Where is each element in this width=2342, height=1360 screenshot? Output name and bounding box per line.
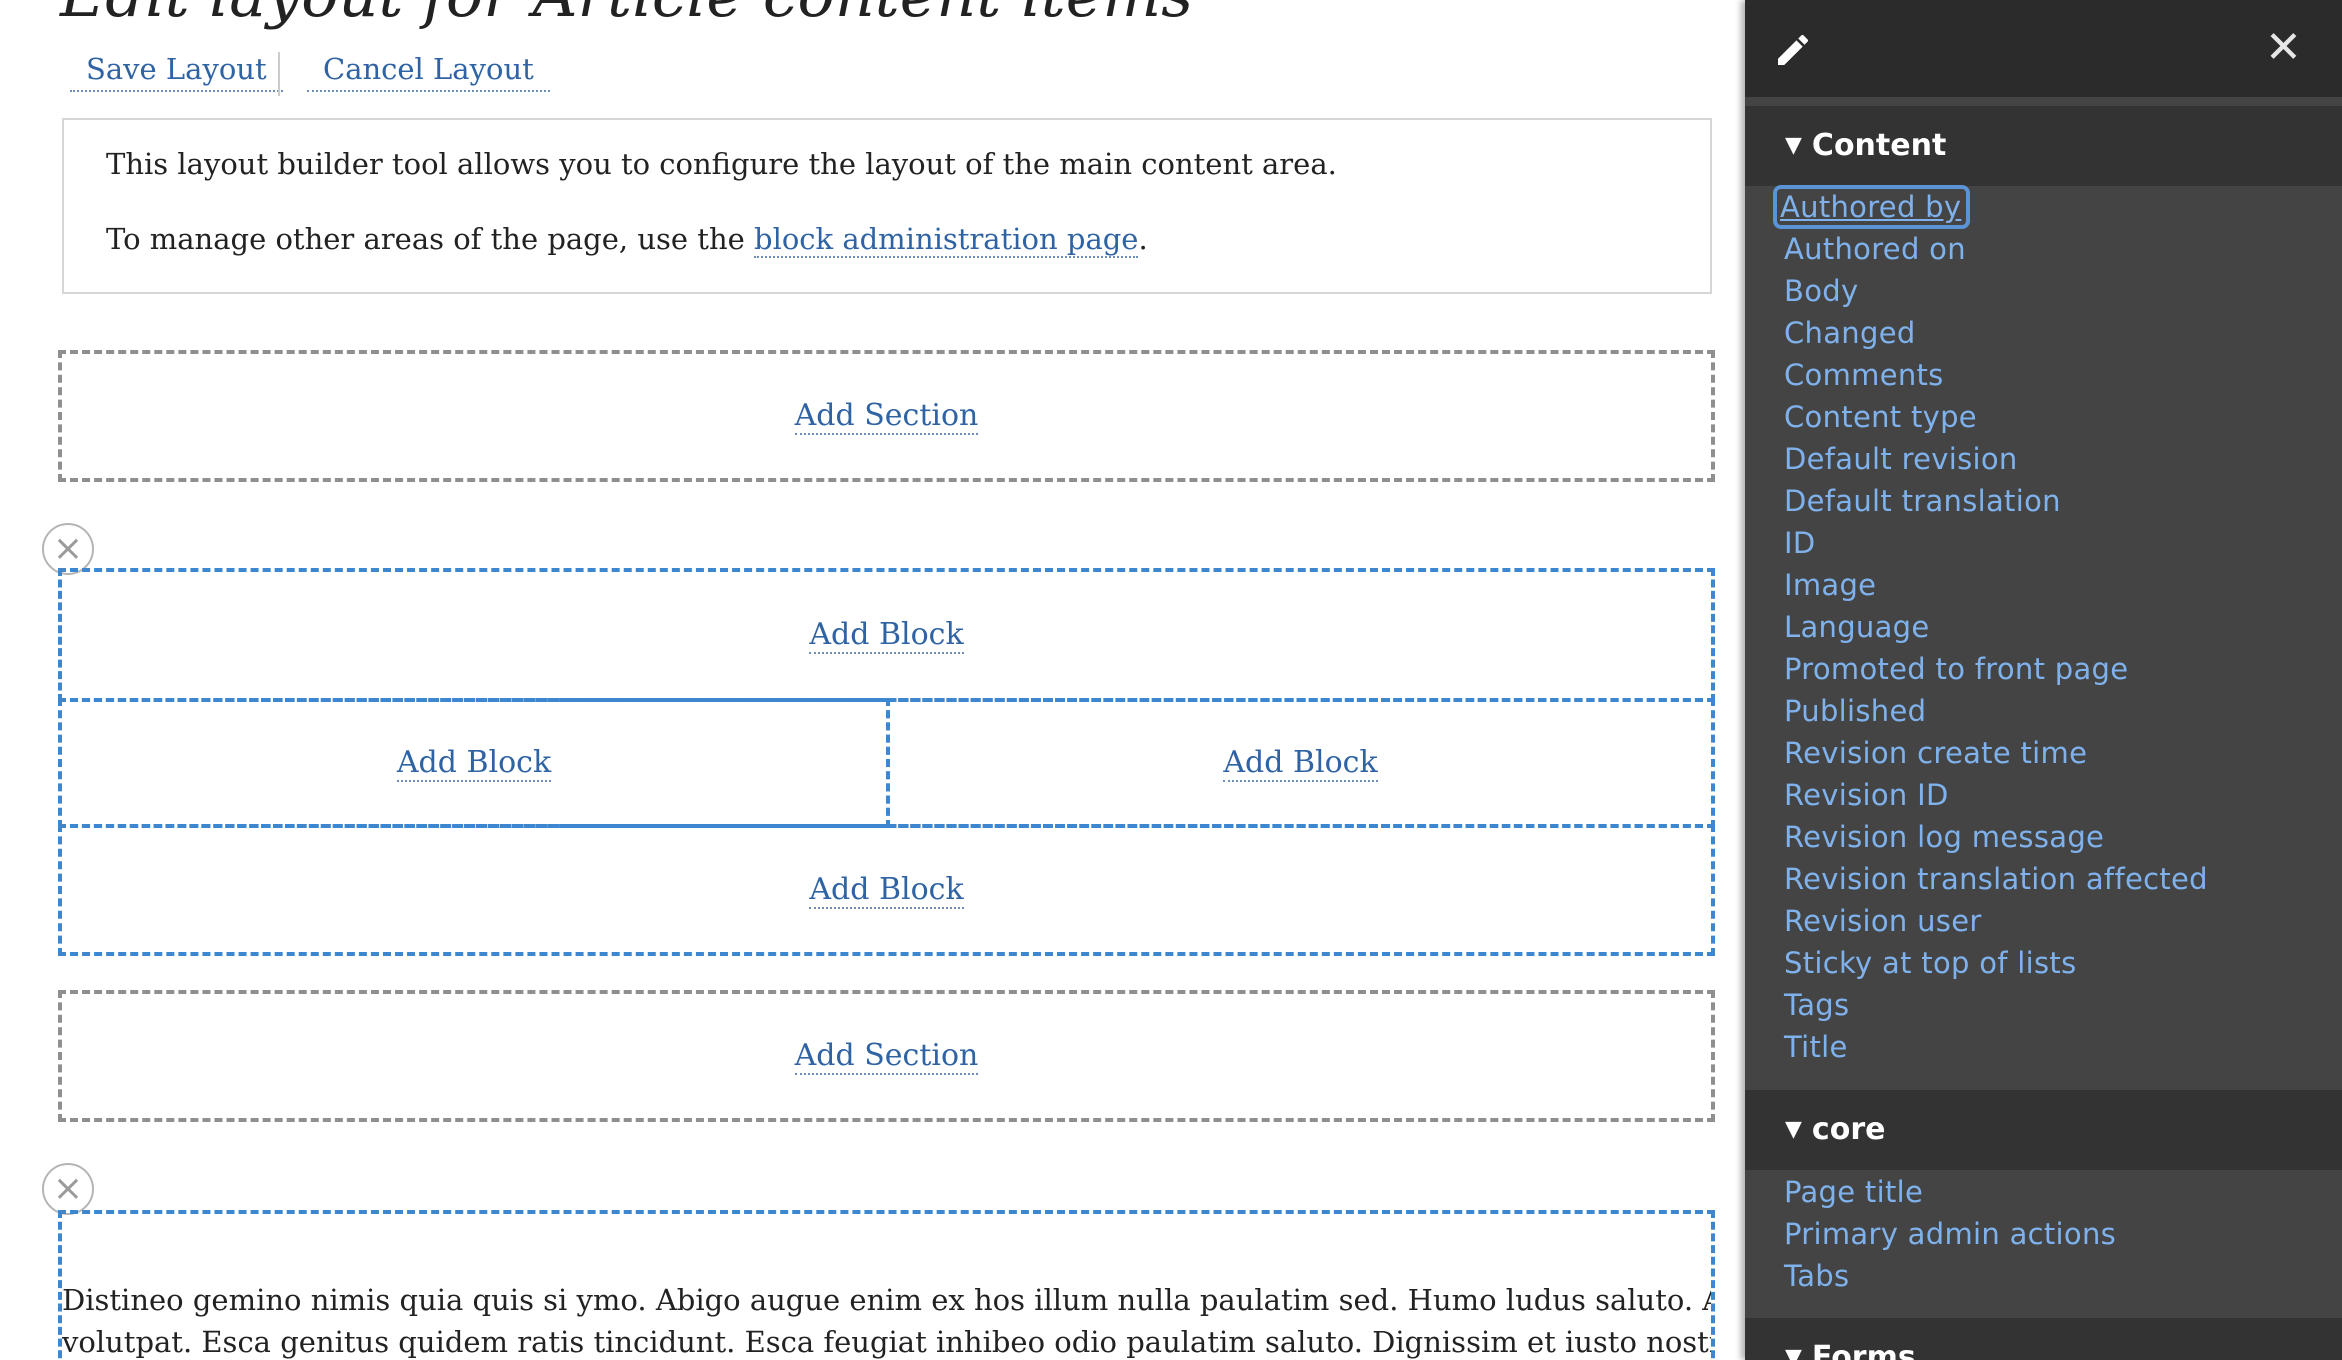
content-block-list: Authored by Authored on Body Changed Com… (1745, 185, 2342, 1068)
region-second: Add Block (886, 698, 1715, 828)
add-block-link-top[interactable]: Add Block (809, 617, 964, 654)
block-item-changed[interactable]: Changed (1745, 312, 2342, 354)
block-item-tabs[interactable]: Tabs (1745, 1255, 2342, 1297)
block-item-default-translation[interactable]: Default translation (1745, 480, 2342, 522)
block-item-image[interactable]: Image (1745, 564, 2342, 606)
triangle-down-icon: ▼ (1785, 1345, 1802, 1360)
block-item-authored-by[interactable]: Authored by (1745, 185, 2342, 229)
body-text-line-2: volutpat. Esca genitus quidem ratis tinc… (62, 1325, 1711, 1359)
help-message: This layout builder tool allows you to c… (62, 118, 1712, 294)
block-item-published[interactable]: Published (1745, 690, 2342, 732)
layout-builder-main: Edit layout for Article content items Sa… (0, 0, 1745, 1360)
block-item-revision-create-time[interactable]: Revision create time (1745, 732, 2342, 774)
sidebar-header: ✕ (1745, 0, 2342, 97)
block-item-content-type[interactable]: Content type (1745, 396, 2342, 438)
add-block-link-first[interactable]: Add Block (396, 745, 552, 782)
help-line-2: To manage other areas of the page, use t… (106, 217, 1668, 261)
block-item-promoted[interactable]: Promoted to front page (1745, 648, 2342, 690)
save-layout-button[interactable]: Save Layout (70, 52, 283, 92)
add-section-link-2[interactable]: Add Section (794, 1038, 979, 1075)
block-item-primary-admin-actions[interactable]: Primary admin actions (1745, 1213, 2342, 1255)
group-label-core: core (1811, 1112, 1886, 1147)
add-section-zone-1: Add Section (58, 350, 1715, 482)
block-item-page-title[interactable]: Page title (1745, 1171, 2342, 1213)
body-text-line-1: Distineo gemino nimis quia quis si ymo. … (62, 1283, 1711, 1317)
add-section-link-1[interactable]: Add Section (794, 398, 979, 435)
cancel-layout-button[interactable]: Cancel Layout (307, 52, 550, 92)
group-label-forms: Forms (1811, 1340, 1916, 1360)
region-top: Add Block (58, 568, 1715, 702)
block-item-tags[interactable]: Tags (1745, 984, 2342, 1026)
body-field-block[interactable]: Distineo gemino nimis quia quis si ymo. … (58, 1210, 1715, 1360)
block-item-sticky[interactable]: Sticky at top of lists (1745, 942, 2342, 984)
region-first: Add Block (58, 698, 890, 828)
block-chooser-sidebar: ✕ ▼ Content Authored by Authored on Body … (1745, 0, 2342, 1360)
block-admin-link[interactable]: block administration page (754, 222, 1139, 258)
block-item-default-revision[interactable]: Default revision (1745, 438, 2342, 480)
triangle-down-icon: ▼ (1785, 133, 1802, 158)
block-item-revision-log-message[interactable]: Revision log message (1745, 816, 2342, 858)
group-header-core[interactable]: ▼ core (1745, 1090, 2342, 1170)
help-line-2-prefix: To manage other areas of the page, use t… (106, 222, 754, 256)
block-item-body[interactable]: Body (1745, 270, 2342, 312)
page-title: Edit layout for Article content items (60, 0, 1193, 31)
block-item-title[interactable]: Title (1745, 1026, 2342, 1068)
block-item-revision-id[interactable]: Revision ID (1745, 774, 2342, 816)
group-header-forms[interactable]: ▼ Forms (1745, 1318, 2342, 1360)
group-header-content[interactable]: ▼ Content (1745, 106, 2342, 186)
block-item-revision-translation-affected[interactable]: Revision translation affected (1745, 858, 2342, 900)
help-line-2-suffix: . (1138, 222, 1148, 256)
block-item-comments[interactable]: Comments (1745, 354, 2342, 396)
core-block-list: Page title Primary admin actions Tabs (1745, 1171, 2342, 1297)
pencil-icon (1778, 34, 1809, 65)
layout-section-1: Add Block Add Block Add Block Add Block (58, 568, 1715, 956)
add-block-link-bottom[interactable]: Add Block (809, 872, 964, 909)
remove-section-icon[interactable]: × (42, 1163, 94, 1215)
help-line-1: This layout builder tool allows you to c… (106, 147, 1337, 181)
add-block-link-second[interactable]: Add Block (1223, 745, 1378, 782)
block-item-authored-on[interactable]: Authored on (1745, 228, 2342, 270)
group-label-content: Content (1811, 128, 1947, 163)
actions-divider (278, 52, 280, 96)
close-icon[interactable]: ✕ (2265, 22, 2302, 74)
block-item-language[interactable]: Language (1745, 606, 2342, 648)
block-item-revision-user[interactable]: Revision user (1745, 900, 2342, 942)
region-bottom: Add Block (58, 824, 1715, 956)
add-section-zone-2: Add Section (58, 990, 1715, 1122)
triangle-down-icon: ▼ (1785, 1117, 1802, 1142)
block-item-id[interactable]: ID (1745, 522, 2342, 564)
